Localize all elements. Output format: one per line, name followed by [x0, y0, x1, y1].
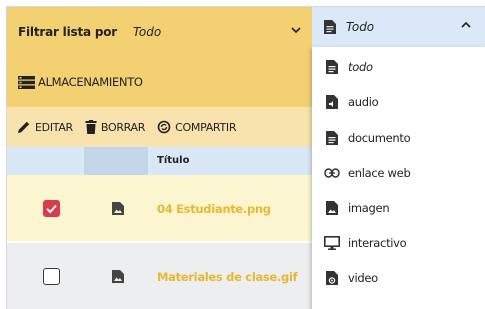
- table-header-type-column: [84, 147, 148, 175]
- toolbar: EDITAR BORRAR COMPARTIR: [7, 107, 312, 147]
- pencil-icon: [18, 121, 30, 133]
- option-video[interactable]: video: [312, 263, 485, 293]
- image-file-icon: [112, 270, 124, 283]
- option-label: audio: [348, 95, 379, 109]
- storage-icon: [18, 75, 35, 89]
- option-interactivo[interactable]: interactivo: [312, 228, 485, 258]
- storage-label: ALMACENAMIENTO: [38, 75, 143, 89]
- monitor-icon: [324, 235, 340, 251]
- option-todo[interactable]: todo: [312, 52, 485, 82]
- option-enlace-web[interactable]: enlace web: [312, 158, 485, 188]
- file-name[interactable]: 04 Estudiante.png: [157, 202, 271, 216]
- document-icon: [324, 59, 340, 75]
- check-icon: [46, 204, 57, 214]
- share-icon: [157, 120, 171, 134]
- option-documento[interactable]: documento: [312, 123, 485, 153]
- filter-select[interactable]: Filtrar lista por Todo: [7, 7, 312, 57]
- chevron-down-icon: [290, 24, 302, 39]
- chevron-up-icon: [460, 19, 472, 34]
- trash-icon: [85, 120, 97, 134]
- table-header: Título: [7, 147, 312, 175]
- option-label: enlace web: [348, 166, 411, 180]
- document-icon: [324, 130, 340, 146]
- storage-button[interactable]: ALMACENAMIENTO: [7, 57, 312, 107]
- option-imagen[interactable]: imagen: [312, 193, 485, 223]
- option-label: todo: [348, 60, 373, 74]
- link-icon: [324, 165, 340, 181]
- filter-label: Filtrar lista por: [18, 25, 118, 39]
- option-label: documento: [348, 131, 411, 145]
- row-checkbox[interactable]: [43, 200, 60, 217]
- option-label: interactivo: [348, 236, 407, 250]
- file-name[interactable]: Materiales de clase.gif: [157, 270, 298, 284]
- file-manager: Filtrar lista por Todo ALMACENAMIENTO ED…: [6, 6, 485, 309]
- filter-dropdown-toggle[interactable]: Todo: [312, 7, 485, 47]
- filter-value: Todo: [133, 25, 162, 39]
- audio-file-icon: [324, 94, 340, 110]
- table-row[interactable]: Materiales de clase.gif: [7, 243, 312, 309]
- table-header-title[interactable]: Título: [157, 155, 189, 166]
- delete-label: BORRAR: [100, 120, 146, 134]
- image-file-icon: [324, 200, 340, 216]
- dropdown-selected: Todo: [346, 20, 375, 34]
- video-file-icon: [324, 270, 340, 286]
- option-label: video: [348, 271, 378, 285]
- document-icon: [324, 20, 336, 34]
- share-button[interactable]: COMPARTIR: [157, 120, 236, 134]
- delete-button[interactable]: BORRAR: [85, 120, 145, 134]
- image-file-icon: [112, 202, 124, 215]
- edit-label: EDITAR: [35, 120, 73, 134]
- option-audio[interactable]: audio: [312, 87, 485, 117]
- row-checkbox[interactable]: [43, 268, 60, 285]
- table-row[interactable]: 04 Estudiante.png: [7, 175, 312, 241]
- option-label: imagen: [348, 201, 390, 215]
- edit-button[interactable]: EDITAR: [17, 120, 73, 134]
- filter-dropdown-menu: todo audio documento enlace web imagen i…: [312, 47, 485, 309]
- share-label: COMPARTIR: [175, 120, 237, 134]
